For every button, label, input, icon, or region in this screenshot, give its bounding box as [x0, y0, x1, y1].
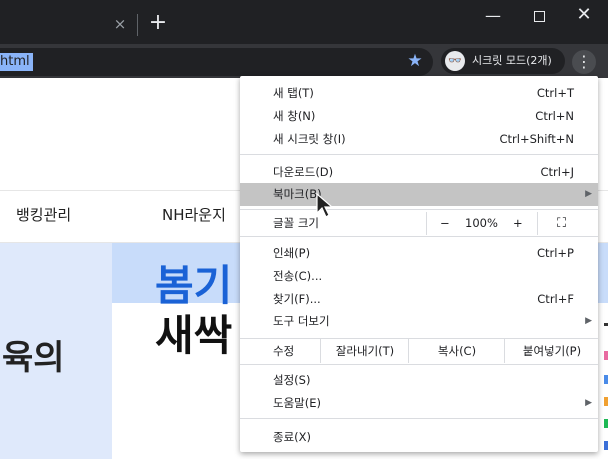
- menu-shortcut: Ctrl+T: [536, 86, 574, 100]
- incognito-badge[interactable]: 👓 시크릿 모드(2개): [441, 48, 565, 74]
- menu-item-exit[interactable]: 종료(X): [240, 426, 598, 449]
- menu-item-cast[interactable]: 전송(C)...: [240, 265, 598, 288]
- menu-item-new-tab[interactable]: 새 탭(T) Ctrl+T: [240, 82, 598, 105]
- menu-item-bookmarks[interactable]: 북마크(B) ▶: [240, 183, 598, 206]
- menu-label: 인쇄(P): [273, 246, 311, 260]
- menu-separator: [240, 209, 598, 210]
- close-tab-icon[interactable]: ×: [112, 16, 128, 32]
- minimize-button[interactable]: —: [485, 8, 501, 24]
- cut-button[interactable]: 잘라내기(T): [320, 339, 409, 363]
- zoom-label: 글꼴 크기: [273, 216, 319, 230]
- hero-headline: 봄기: [155, 261, 233, 310]
- menu-separator: [240, 418, 598, 419]
- submenu-arrow-icon: ▶: [585, 189, 592, 199]
- maximize-button[interactable]: [531, 8, 547, 24]
- zoom-controls: − 100% + ⛶: [426, 212, 587, 235]
- side-icon[interactable]: [604, 351, 608, 360]
- menu-separator: [240, 364, 598, 365]
- side-icon[interactable]: [604, 397, 608, 406]
- chrome-main-menu: 새 탭(T) Ctrl+T 새 창(N) Ctrl+N 새 시크릿 창(I) C…: [240, 76, 598, 452]
- mouse-cursor-icon: [316, 193, 334, 218]
- menu-separator: [240, 154, 598, 155]
- nav-link-lounge[interactable]: NH라운지: [162, 205, 226, 225]
- bookmark-star-icon[interactable]: ★: [405, 51, 425, 71]
- menu-label: 도움말(E): [273, 396, 321, 410]
- hero-subheadline: 새싹: [155, 311, 233, 360]
- menu-shortcut: Ctrl+F: [537, 292, 574, 306]
- menu-item-downloads[interactable]: 다운로드(D) Ctrl+J: [240, 161, 598, 184]
- paste-button[interactable]: 붙여넣기(P): [504, 339, 599, 363]
- menu-label: 새 시크릿 창(I): [273, 132, 346, 146]
- menu-item-more-tools[interactable]: 도구 더보기 ▶: [240, 310, 598, 333]
- menu-label: 찾기(F)...: [273, 292, 321, 306]
- url-selected-text[interactable]: html: [0, 53, 33, 71]
- menu-item-new-window[interactable]: 새 창(N) Ctrl+N: [240, 105, 598, 128]
- menu-label: 설정(S): [273, 373, 311, 387]
- menu-item-settings[interactable]: 설정(S): [240, 369, 598, 392]
- menu-shortcut: Ctrl+N: [535, 109, 574, 123]
- side-icons: [598, 323, 608, 459]
- edit-label: 수정: [273, 344, 295, 358]
- side-icon[interactable]: [604, 441, 608, 450]
- submenu-arrow-icon: ▶: [585, 316, 592, 326]
- menu-label: 도구 더보기: [273, 314, 330, 328]
- maximize-icon: [534, 11, 545, 22]
- address-bar[interactable]: html ★: [0, 48, 433, 76]
- menu-shortcut: Ctrl+P: [536, 246, 574, 260]
- side-icon[interactable]: [604, 323, 608, 326]
- side-icon[interactable]: [604, 375, 608, 384]
- menu-label: 다운로드(D): [273, 165, 334, 179]
- menu-separator: [240, 236, 598, 237]
- submenu-arrow-icon: ▶: [585, 398, 592, 408]
- incognito-icon: 👓: [445, 51, 465, 71]
- menu-item-help[interactable]: 도움말(E) ▶: [240, 392, 598, 415]
- fullscreen-icon[interactable]: ⛶: [557, 216, 566, 231]
- menu-item-new-incognito[interactable]: 새 시크릿 창(I) Ctrl+Shift+N: [240, 128, 598, 151]
- close-window-button[interactable]: ✕: [575, 6, 593, 24]
- menu-label: 새 탭(T): [273, 86, 314, 100]
- title-bar: × + — ✕: [0, 0, 608, 44]
- tab-separator: [137, 14, 138, 36]
- menu-item-find[interactable]: 찾기(F)... Ctrl+F: [240, 288, 598, 311]
- menu-shortcut: Ctrl+J: [540, 165, 575, 179]
- zoom-level: 100%: [465, 216, 498, 230]
- menu-shortcut: Ctrl+Shift+N: [499, 132, 574, 146]
- chrome-menu-button[interactable]: ⋮: [572, 50, 596, 74]
- nav-link-banking[interactable]: 뱅킹관리: [16, 205, 71, 225]
- side-icon[interactable]: [604, 419, 608, 428]
- menu-label: 새 창(N): [273, 109, 316, 123]
- hero-side-text: 육의: [2, 338, 65, 378]
- menu-label: 종료(X): [273, 430, 312, 444]
- incognito-label: 시크릿 모드(2개): [472, 54, 552, 67]
- menu-item-print[interactable]: 인쇄(P) Ctrl+P: [240, 242, 598, 265]
- zoom-out-button[interactable]: −: [440, 216, 450, 231]
- copy-button[interactable]: 복사(C): [408, 339, 505, 363]
- new-tab-button[interactable]: +: [148, 12, 168, 34]
- menu-label: 전송(C)...: [273, 269, 323, 283]
- zoom-in-button[interactable]: +: [513, 216, 523, 231]
- browser-toolbar: html ★ 👓 시크릿 모드(2개) ⋮: [0, 44, 608, 78]
